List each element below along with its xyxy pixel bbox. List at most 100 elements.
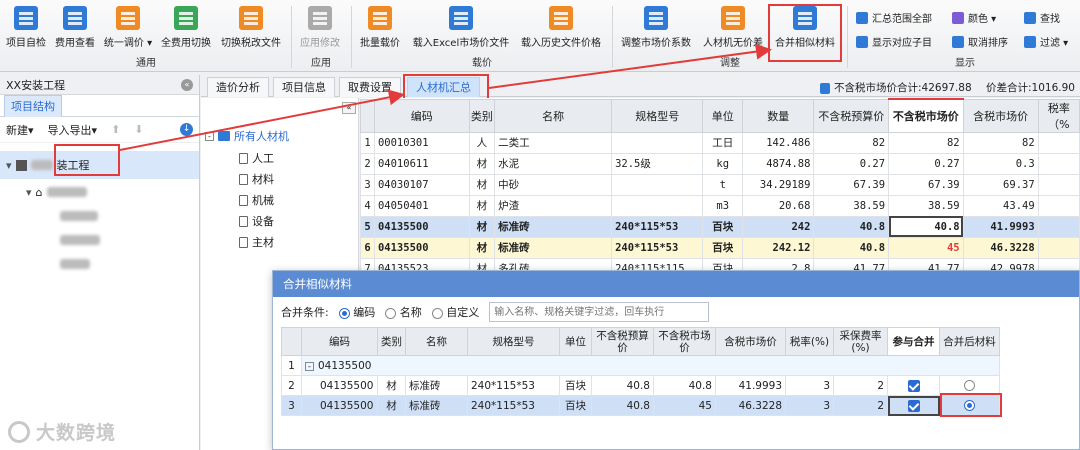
table-cell[interactable]: 标准砖	[494, 236, 613, 259]
participate-checkbox[interactable]	[887, 375, 940, 396]
table-cell[interactable]: 45	[888, 236, 964, 259]
table-cell[interactable]: 41.9993	[715, 375, 786, 396]
tree-node-item[interactable]	[60, 231, 100, 249]
tree-node-item[interactable]	[60, 207, 98, 225]
adjust-market-coef-button[interactable]: 调整市场价系数	[618, 6, 694, 52]
column-header[interactable]	[360, 98, 375, 133]
table-cell[interactable]	[1037, 215, 1080, 238]
table-cell[interactable]: 04010611	[373, 152, 470, 175]
table-cell[interactable]: 1	[360, 131, 375, 154]
table-cell[interactable]: 材	[377, 375, 406, 396]
table-cell[interactable]: 炉渣	[494, 194, 613, 217]
table-cell[interactable]: 04050401	[373, 194, 470, 217]
table-cell[interactable]: 4874.88	[742, 152, 815, 175]
tree-node-item[interactable]	[60, 255, 90, 273]
table-cell[interactable]: 67.39	[888, 173, 964, 196]
table-cell[interactable]: 40.8	[591, 395, 654, 416]
column-header[interactable]: 合并后材料	[939, 327, 1000, 356]
table-cell[interactable]: 43.49	[962, 194, 1039, 217]
table-cell[interactable]: 3	[785, 375, 834, 396]
arrow-up-icon[interactable]: ⬆	[111, 123, 120, 136]
column-header[interactable]: 税率(%)	[785, 327, 834, 356]
table-row[interactable]: 6 04135500 材标准砖 240*115*53 百块 242.12 40.8 45 46.…	[360, 236, 1080, 259]
table-cell[interactable]: t	[702, 173, 744, 196]
tab-fee-settings[interactable]: 取费设置	[339, 77, 401, 97]
table-cell[interactable]: 百块	[702, 215, 744, 238]
table-row[interactable]: 3 04135500 材标准砖 240*115*53 百块 40.8 45 46.3228 3 2	[281, 395, 1000, 416]
table-cell[interactable]: kg	[702, 152, 744, 175]
table-cell[interactable]: 04135500	[373, 215, 470, 238]
column-header[interactable]: 数量	[742, 98, 815, 133]
table-cell[interactable]: 46.3228	[715, 395, 786, 416]
table-cell[interactable]: 中砂	[494, 173, 613, 196]
column-header[interactable]: 类别	[377, 327, 406, 356]
table-cell[interactable]: 40.8	[813, 215, 890, 238]
table-cell[interactable]: 2	[281, 375, 302, 396]
no-price-diff-button[interactable]: 人材机无价差	[700, 6, 766, 52]
unified-price-button[interactable]: 统一调价 ▾	[102, 6, 154, 52]
tab-project-structure[interactable]: 项目结构	[0, 95, 199, 117]
table-cell[interactable]: 2	[360, 152, 375, 175]
column-header[interactable]: 编码	[301, 327, 378, 356]
tree-item-equipment[interactable]: 设备	[239, 213, 274, 229]
column-header[interactable]: 单位	[702, 98, 744, 133]
table-cell[interactable]: 标准砖	[405, 375, 468, 396]
table-cell[interactable]: 二类工	[494, 131, 613, 154]
column-header[interactable]: 单位	[559, 327, 592, 356]
column-header[interactable]: 不含税市场价	[888, 98, 964, 133]
group-row[interactable]: 1-04135500	[281, 355, 1000, 376]
table-cell[interactable]: 04135500	[301, 395, 378, 416]
table-cell[interactable]: 00010301	[373, 131, 470, 154]
table-cell[interactable]: 3	[281, 395, 302, 416]
radio-code[interactable]: 编码	[338, 304, 375, 320]
table-cell[interactable]: 40.8	[653, 375, 716, 396]
column-header[interactable]: 采保费率(%)	[833, 327, 888, 356]
table-cell[interactable]: 标准砖	[494, 215, 613, 238]
arrow-down-icon[interactable]: ⬇	[134, 123, 143, 136]
column-header[interactable]: 类别	[468, 98, 496, 133]
table-cell[interactable]: 百块	[702, 236, 744, 259]
table-cell[interactable]: 04135500	[373, 236, 470, 259]
table-cell[interactable]: m3	[702, 194, 744, 217]
tab-cost-analysis[interactable]: 造价分析	[207, 77, 269, 97]
load-excel-price-button[interactable]: 载入Excel市场价文件	[408, 6, 514, 52]
participate-checkbox[interactable]	[887, 395, 940, 416]
color-dropdown[interactable]: 颜色 ▾	[952, 10, 996, 25]
table-cell[interactable]: 32.5级	[611, 152, 704, 175]
table-cell[interactable]	[611, 194, 704, 217]
group-cell[interactable]: -04135500	[301, 355, 1000, 376]
column-header[interactable]: 参与合并	[887, 327, 940, 356]
column-header[interactable]: 不含税预算价	[591, 327, 654, 356]
table-cell[interactable]: 2	[833, 375, 888, 396]
table-row[interactable]: 1 00010301 人二类工 工日 142.486 82 82 82	[360, 131, 1080, 154]
new-dropdown[interactable]: 新建▾	[6, 122, 34, 138]
tree-item-labor[interactable]: 人工	[239, 150, 274, 166]
table-cell[interactable]: 3	[785, 395, 834, 416]
table-cell[interactable]: 40.8	[591, 375, 654, 396]
table-cell[interactable]: 材	[468, 173, 496, 196]
tree-item-machine[interactable]: 机械	[239, 192, 274, 208]
table-cell[interactable]: 百块	[559, 375, 592, 396]
tab-project-info[interactable]: 项目信息	[273, 77, 335, 97]
table-cell[interactable]: 41.9993	[962, 215, 1039, 238]
batch-load-price-button[interactable]: 批量载价	[356, 6, 404, 52]
column-header[interactable]: 不含税预算价	[813, 98, 890, 133]
table-cell[interactable]	[1037, 194, 1080, 217]
collapse-icon[interactable]: «	[342, 102, 356, 114]
table-row[interactable]: 2 04135500 材标准砖 240*115*53 百块 40.8 40.8 41.9993…	[281, 375, 1000, 396]
tree-root-all[interactable]: - 所有人材机	[205, 128, 289, 144]
filter-input[interactable]	[489, 302, 710, 322]
table-cell[interactable]: 40.8	[813, 236, 890, 259]
table-cell[interactable]: 材	[377, 395, 406, 416]
fee-view-button[interactable]: 费用查看	[52, 6, 98, 52]
table-cell[interactable]: 04030107	[373, 173, 470, 196]
table-cell[interactable]: 240*115*53	[467, 375, 560, 396]
table-cell[interactable]: 82	[813, 131, 890, 154]
column-header[interactable]: 税率（%	[1037, 98, 1080, 133]
column-header[interactable]	[281, 327, 302, 356]
radio-custom[interactable]: 自定义	[431, 304, 479, 320]
table-cell[interactable]: 240*115*53	[611, 236, 704, 259]
table-cell[interactable]: 142.486	[742, 131, 815, 154]
table-cell[interactable]: 4	[360, 194, 375, 217]
column-header[interactable]: 编码	[373, 98, 470, 133]
